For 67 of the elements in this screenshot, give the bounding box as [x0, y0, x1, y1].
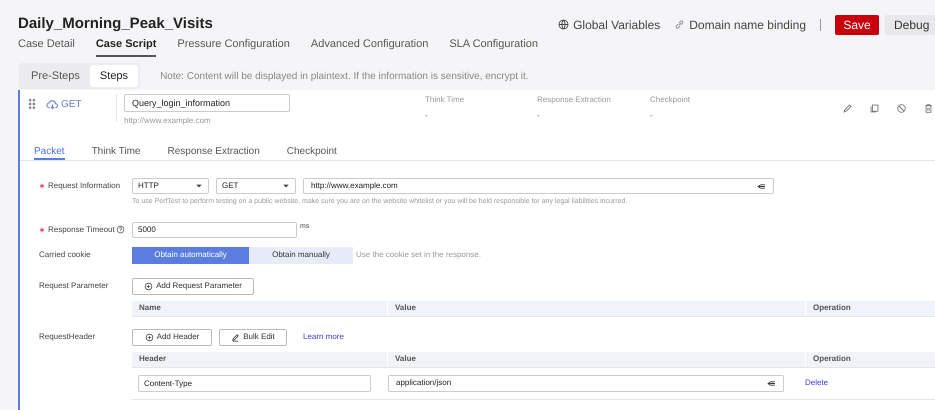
summary-value: - [425, 110, 429, 122]
domain-binding-link[interactable]: Domain name binding [674, 16, 806, 34]
copy-icon[interactable] [869, 103, 880, 114]
segment-tab[interactable]: Steps [90, 64, 138, 88]
note-text: Note: Content will be displayed in plaintext. If the information is sensitive, encrypt it. [160, 70, 529, 84]
column-header: Name [138, 302, 162, 314]
save-button[interactable]: Save [835, 14, 879, 34]
add-parameter-button[interactable]: Add Request Parameter [132, 278, 254, 294]
global-variables-link[interactable]: Global Variables [558, 16, 660, 34]
field-label: Response Timeout [48, 224, 115, 236]
column-header: Value [387, 352, 805, 366]
summary-label: Think Time [425, 94, 466, 106]
timeout-field[interactable]: 5000 [132, 222, 297, 238]
plus-icon [144, 332, 154, 342]
summary-value: - [650, 110, 654, 122]
list-icon [767, 378, 776, 388]
page-title: Daily_Morning_Peak_Visits [18, 14, 213, 34]
field-label: Carried cookie [39, 249, 91, 261]
tab[interactable]: Packet [34, 144, 65, 160]
summary-value: - [537, 110, 541, 122]
list-icon [757, 182, 766, 190]
caret-icon [195, 182, 203, 190]
globe-icon [558, 19, 570, 30]
column-header: Value [387, 300, 805, 316]
field-label: Request Parameter [39, 280, 108, 292]
header-name-field[interactable]: Content-Type [138, 374, 371, 392]
hint-text: Use the cookie set in the response. [356, 249, 481, 261]
method-select[interactable]: GET [216, 178, 296, 194]
segment-tab[interactable]: Pre-Steps [21, 64, 90, 88]
step-url: http://www.example.com [124, 115, 212, 127]
tab[interactable]: Think Time [92, 144, 140, 160]
help-icon [116, 225, 125, 234]
tab[interactable]: Case Script [96, 36, 156, 57]
header-value-field[interactable]: application/json [388, 374, 784, 392]
link-icon [674, 19, 686, 30]
tab[interactable]: Response Extraction [167, 144, 260, 160]
summary-label: Checkpoint [650, 94, 692, 106]
edit-icon[interactable] [842, 103, 853, 114]
tab[interactable]: Case Detail [18, 36, 75, 57]
summary-label: Response Extraction [537, 94, 612, 106]
column-header: Header [138, 353, 168, 365]
add-header-button[interactable]: Add Header [132, 328, 212, 346]
method-label: GET [61, 98, 82, 112]
column-header: Operation [805, 352, 851, 366]
caret-icon [282, 182, 290, 190]
delete-link[interactable]: Delete [805, 377, 828, 389]
tab[interactable]: SLA Configuration [449, 36, 538, 57]
cookie-option[interactable]: Obtain manually [249, 246, 353, 264]
bulk-edit-button[interactable]: Bulk Edit [219, 328, 287, 346]
disable-icon[interactable] [896, 103, 907, 114]
debug-button[interactable]: Debug [885, 14, 935, 34]
tab[interactable]: Pressure Configuration [177, 36, 290, 57]
cloud-icon [46, 98, 59, 111]
delete-icon[interactable] [923, 103, 934, 114]
field-label: Request Information [48, 180, 120, 192]
field-label: RequestHeader [39, 331, 96, 343]
plus-icon [144, 282, 154, 290]
cookie-option[interactable]: Obtain automatically [132, 246, 249, 264]
drag-handle-icon [26, 98, 38, 110]
tab[interactable]: Checkpoint [286, 144, 337, 160]
url-field[interactable]: http://www.example.com [303, 178, 774, 194]
protocol-select[interactable]: HTTP [132, 178, 209, 194]
tab[interactable]: Advanced Configuration [310, 36, 428, 57]
step-name-field[interactable]: Query_login_information [124, 94, 290, 112]
learn-more-link[interactable]: Learn more [303, 331, 344, 343]
pen-icon [231, 332, 240, 342]
column-header: Operation [805, 300, 851, 316]
